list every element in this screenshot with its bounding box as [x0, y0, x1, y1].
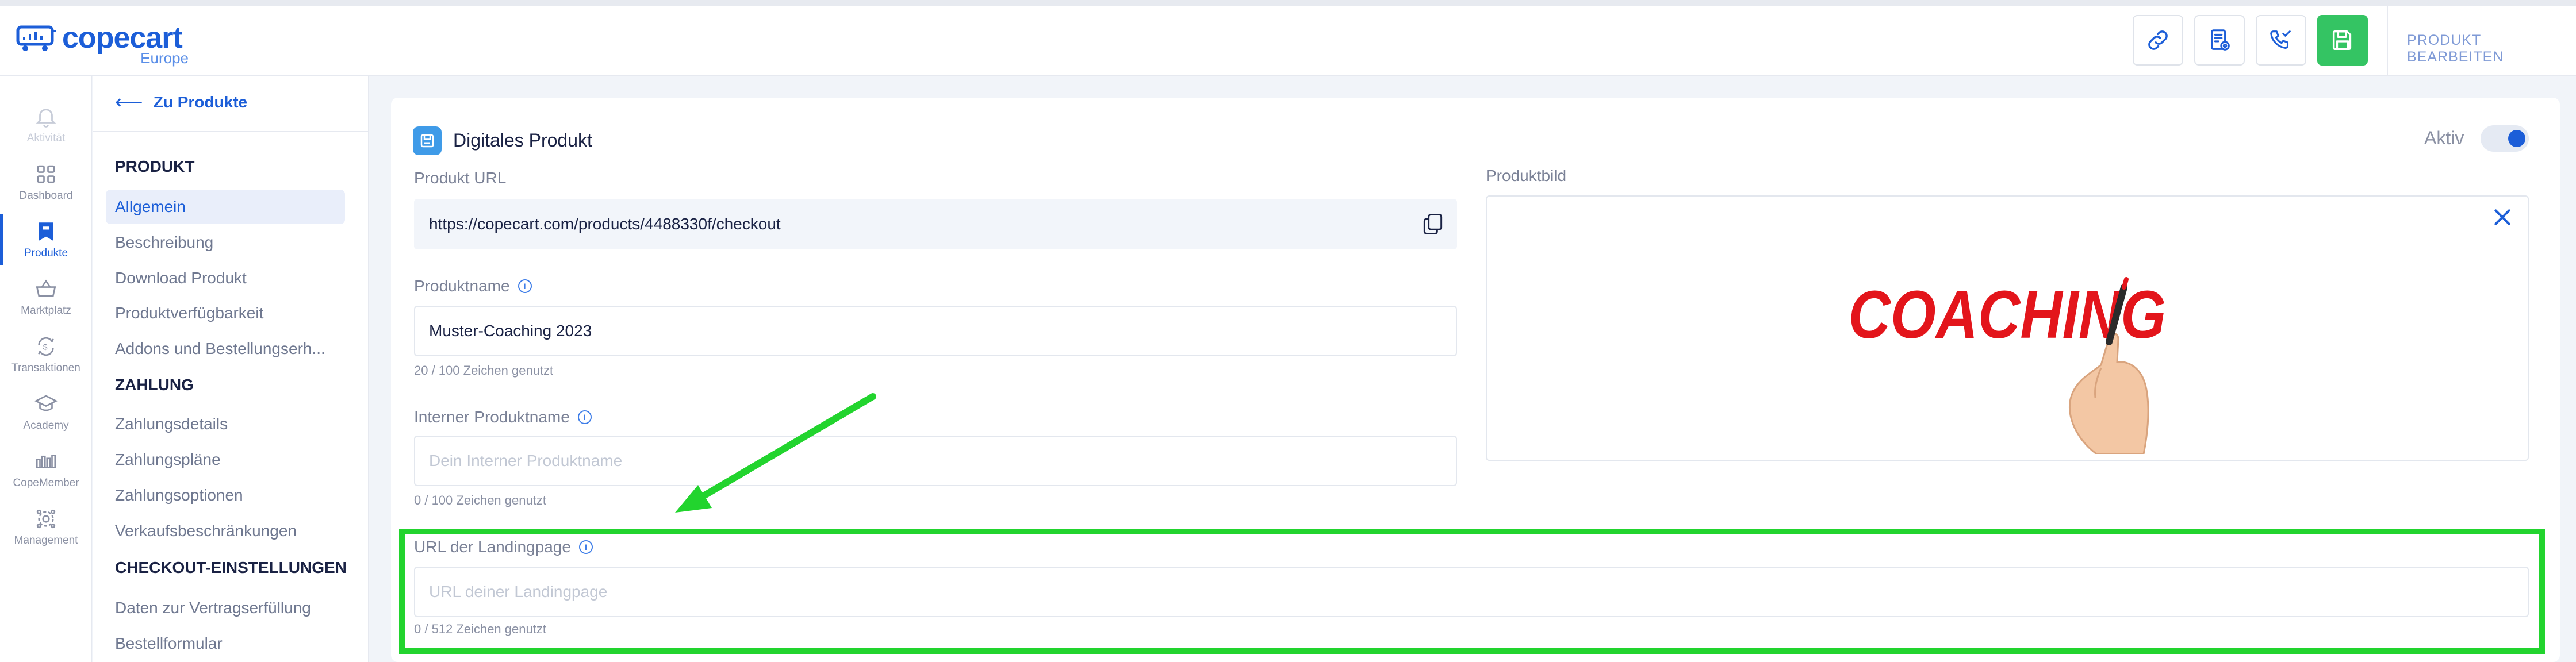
nav-aktivitaet[interactable]: Aktivität [0, 99, 92, 151]
sidebar-item-verkaufsbeschraenkungen[interactable]: Verkaufsbeschränkungen [106, 514, 345, 548]
internal-name-input[interactable]: Dein Interner Produktname [414, 436, 1457, 486]
internal-name-label: Interner Produktname i [414, 408, 592, 426]
nav-label: Marktplatz [21, 305, 71, 317]
product-image-box[interactable]: COACHING [1486, 195, 2529, 461]
product-url-field: https://copecart.com/products/4488330f/c… [414, 199, 1457, 249]
sidebar-item-beschreibung[interactable]: Beschreibung [106, 225, 345, 260]
product-image-label-text: Produktbild [1486, 167, 1567, 184]
sidebar-item-zahlungsoptionen[interactable]: Zahlungsoptionen [106, 478, 345, 513]
save-icon [2332, 30, 2352, 51]
landing-url-highlight [399, 529, 2545, 654]
product-settings-sidebar: ⟵ Zu Produkte PRODUKT Allgemein Beschrei… [93, 76, 369, 662]
info-icon[interactable]: i [577, 410, 592, 424]
sidebar-item-addons[interactable]: Addons und Bestellungserh... [106, 332, 345, 366]
active-toggle[interactable] [2481, 125, 2529, 152]
logo-wordmark: copecart [62, 21, 183, 55]
sidebar-item-download-produkt[interactable]: Download Produkt [106, 261, 345, 295]
product-image-label: Produktbild [1486, 167, 1566, 185]
product-name-input[interactable]: Muster-Coaching 2023 [414, 306, 1457, 356]
copy-icon[interactable] [1420, 211, 1446, 237]
section-heading-produkt: PRODUKT [115, 157, 195, 175]
sidebar-item-allgemein[interactable]: Allgemein [106, 190, 345, 224]
order-details-button[interactable] [2194, 15, 2245, 66]
product-url-label-text: Produkt URL [414, 169, 507, 187]
basket-icon [36, 279, 56, 297]
nav-label: Transaktionen [12, 362, 80, 374]
copy-link-button[interactable] [2133, 15, 2183, 66]
page-title: PRODUKT BEARBEITEN [2407, 32, 2504, 65]
document-settings-icon [2211, 29, 2230, 51]
product-name-value: Muster-Coaching 2023 [429, 322, 592, 340]
bell-icon [36, 109, 56, 128]
close-icon[interactable] [2491, 206, 2514, 229]
product-url-value: https://copecart.com/products/4488330f/c… [429, 215, 781, 233]
section-heading-checkout: CHECKOUT-EINSTELLUNGEN [115, 559, 347, 576]
digital-product-icon [413, 126, 442, 155]
sidebar-item-bestellformular[interactable]: Bestellformular [106, 626, 345, 661]
window-top-bar [0, 0, 2576, 6]
back-to-products-link[interactable]: ⟵ Zu Produkte [115, 91, 247, 114]
internal-name-counter: 0 / 100 Zeichen genutzt [414, 493, 546, 507]
header-divider [2387, 6, 2388, 76]
save-button[interactable] [2317, 15, 2368, 66]
arrow-left-icon: ⟵ [115, 91, 143, 113]
nav-label: Academy [23, 419, 69, 432]
nav-copemember[interactable]: CopeMember [0, 444, 92, 495]
link-icon [2148, 30, 2168, 50]
svg-text:$: $ [43, 342, 48, 351]
phone-checkout-button[interactable] [2256, 15, 2306, 66]
product-name-label: Produktname i [414, 277, 532, 295]
sidebar-divider [93, 131, 369, 132]
nav-management[interactable]: Management [0, 501, 92, 553]
nav-label: Dashboard [19, 190, 73, 202]
back-label: Zu Produkte [153, 93, 248, 111]
nav-produkte[interactable]: Produkte [0, 214, 92, 265]
main-navigation-rail: Aktivität Dashboard Produkte Marktplatz … [0, 76, 92, 662]
info-icon[interactable]: i [518, 279, 532, 293]
app-header: copecart Europe PRODUKT BEARBEITEN [0, 6, 2576, 76]
management-gear-icon [36, 509, 56, 529]
toggle-knob [2508, 130, 2525, 147]
copecart-logo[interactable]: copecart Europe [16, 21, 189, 67]
nav-marktplatz[interactable]: Marktplatz [0, 271, 92, 323]
section-heading-zahlung: ZAHLUNG [115, 376, 194, 394]
internal-name-placeholder: Dein Interner Produktname [429, 452, 623, 469]
nav-label: Produkte [24, 247, 68, 259]
bookmark-icon [39, 222, 53, 241]
nav-academy[interactable]: Academy [0, 386, 92, 438]
card-title: Digitales Produkt [453, 130, 592, 151]
coaching-image: COACHING [1849, 277, 2165, 454]
annotation-arrow [675, 393, 876, 513]
community-icon [36, 455, 56, 468]
phone-checkout-icon [2270, 30, 2291, 49]
internal-name-label-text: Interner Produktname [414, 408, 570, 426]
status-label: Aktiv [2424, 128, 2464, 148]
cart-logo-icon [16, 25, 56, 51]
sidebar-item-vertragserfuellung[interactable]: Daten zur Vertragserfüllung [106, 591, 345, 625]
sidebar-item-zahlungsdetails[interactable]: Zahlungsdetails [106, 407, 345, 441]
nav-dashboard[interactable]: Dashboard [0, 156, 92, 208]
graduation-cap-icon [34, 395, 58, 411]
nav-label: Management [14, 534, 78, 546]
product-name-label-text: Produktname [414, 277, 510, 295]
nav-label: CopeMember [13, 477, 79, 489]
transactions-icon: $ [38, 337, 54, 356]
product-url-label: Produkt URL [414, 169, 506, 187]
nav-label: Aktivität [26, 132, 66, 144]
nav-transaktionen[interactable]: $ Transaktionen [0, 329, 92, 380]
dashboard-icon [37, 165, 55, 183]
product-name-counter: 20 / 100 Zeichen genutzt [414, 363, 554, 378]
sidebar-item-zahlungsplaene[interactable]: Zahlungspläne [106, 442, 345, 477]
sidebar-item-produktverfuegbarkeit[interactable]: Produktverfügbarkeit [106, 296, 345, 330]
logo-region: Europe [140, 49, 189, 67]
